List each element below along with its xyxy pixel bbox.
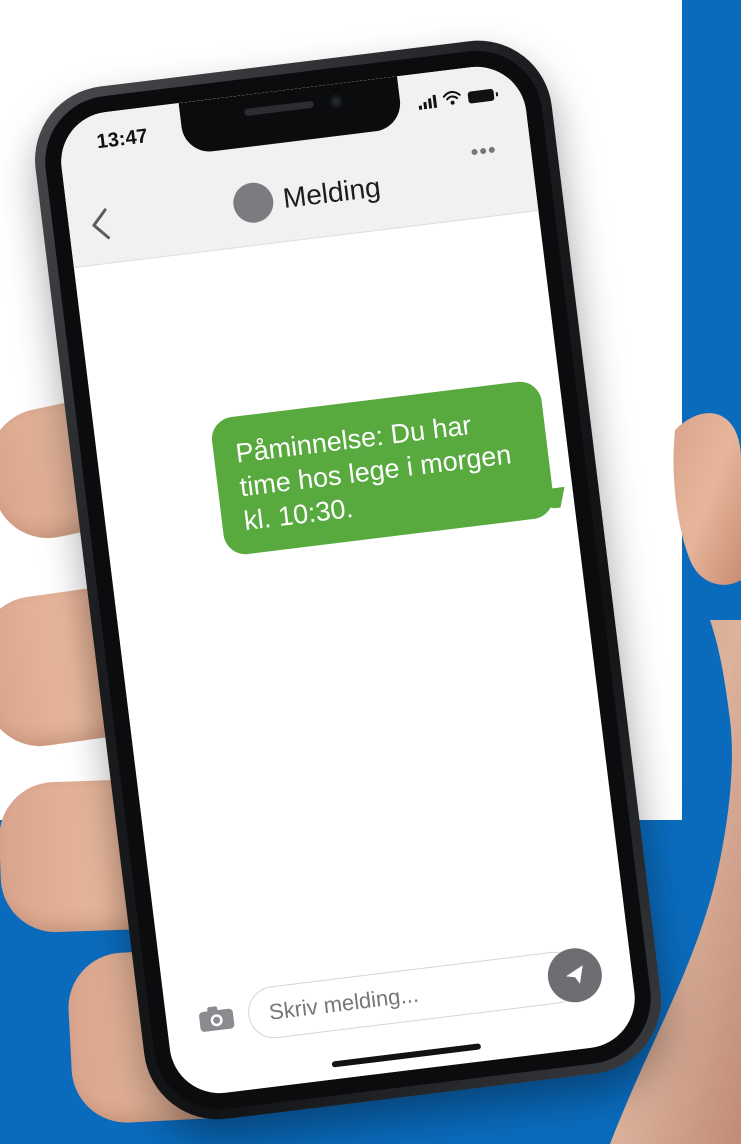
- battery-icon: [467, 88, 495, 104]
- status-icons: [417, 85, 495, 110]
- status-time: 13:47: [95, 125, 149, 154]
- message-text: Påminnelse: Du har time hos lege i morge…: [233, 409, 513, 537]
- avatar: [231, 180, 276, 226]
- back-icon[interactable]: [87, 206, 115, 243]
- message-bubble: Påminnelse: Du har time hos lege i morge…: [209, 379, 556, 557]
- home-indicator: [331, 1043, 482, 1068]
- message-input-placeholder: Skriv melding...: [267, 981, 420, 1025]
- send-icon: [565, 965, 583, 984]
- front-camera: [328, 94, 344, 109]
- message-input[interactable]: Skriv melding...: [245, 948, 583, 1042]
- speaker-grille: [243, 100, 315, 117]
- camera-icon[interactable]: [195, 1001, 238, 1036]
- wifi-icon: [442, 91, 461, 105]
- contact-name: Melding: [281, 171, 383, 214]
- signal-icon: [418, 94, 438, 110]
- more-icon[interactable]: •••: [469, 137, 498, 166]
- message-composer: Skriv melding...: [183, 941, 615, 1055]
